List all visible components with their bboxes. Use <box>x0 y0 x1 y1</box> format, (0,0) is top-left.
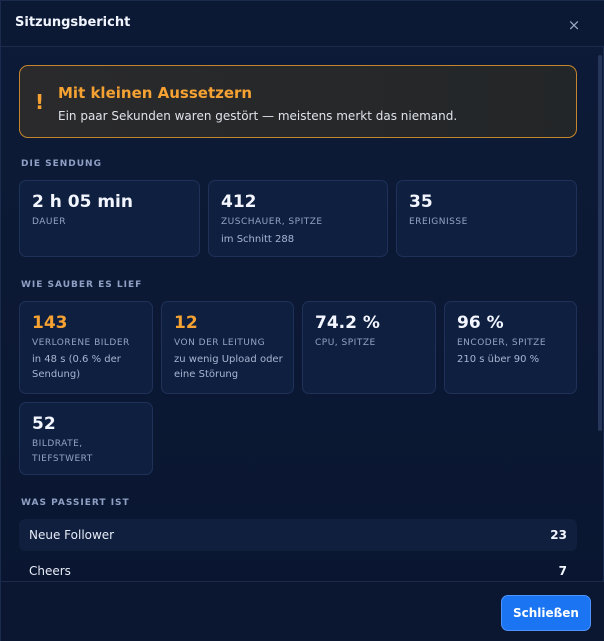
stat-label: EREIGNISSE <box>409 217 468 227</box>
stat-label: CPU, SPITZE <box>315 338 376 348</box>
stat-label: DAUER <box>32 217 66 227</box>
stat-card-framerate: 52 BILDRATE, TIEFSTWERT <box>19 402 153 475</box>
stat-card-viewers: 412 ZUSCHAUER, SPITZE im Schnitt 288 <box>208 180 388 257</box>
event-name: Cheers <box>29 564 71 578</box>
stat-card-cpu: 74.2 % CPU, SPITZE <box>302 301 436 394</box>
stat-sub: 210 s über 90 % <box>457 354 540 365</box>
content-scrollbar[interactable] <box>598 55 602 431</box>
stat-value: 412 <box>221 192 257 212</box>
event-row: Cheers 7 <box>19 555 577 581</box>
dialog-footer: Schließen <box>1 581 604 641</box>
stat-value: 35 <box>409 192 433 212</box>
warning-icon: ! <box>35 90 45 114</box>
stat-label: VERLORENE BILDER <box>32 338 130 348</box>
stat-card-duration: 2 h 05 min DAUER <box>19 180 200 257</box>
stat-value: 12 <box>174 313 198 333</box>
alert-text: Ein paar Sekunden waren gestört — meiste… <box>58 109 458 123</box>
section-label-events: WAS PASSIERT IST <box>21 498 130 508</box>
stat-value: 74.2 % <box>315 313 380 333</box>
stat-label: ENCODER, SPITZE <box>457 338 547 348</box>
alert-title: Mit kleinen Aussetzern <box>58 84 253 102</box>
stat-card-dropped-frames: 143 VERLORENE BILDER in 48 s (0.6 % der … <box>19 301 153 394</box>
stat-value: 143 <box>32 313 68 333</box>
event-row: Neue Follower 23 <box>19 519 577 551</box>
stat-label: ZUSCHAUER, SPITZE <box>221 217 323 227</box>
stat-value: 96 % <box>457 313 504 333</box>
stat-sub: zu wenig Upload oder eine Störung <box>174 354 283 380</box>
stat-sub: im Schnitt 288 <box>221 234 295 245</box>
stat-value: 52 <box>32 414 56 434</box>
stat-label: BILDRATE, TIEFSTWERT <box>32 439 93 464</box>
close-button[interactable]: Schließen <box>501 595 591 631</box>
section-label-quality: WIE SAUBER ES LIEF <box>21 280 143 290</box>
stat-value: 2 h 05 min <box>32 192 133 212</box>
close-icon[interactable]: × <box>564 15 584 35</box>
dialog-content[interactable]: ! Mit kleinen Aussetzern Ein paar Sekund… <box>1 48 597 581</box>
dialog-title: Sitzungsbericht <box>15 15 131 30</box>
section-label-broadcast: DIE SENDUNG <box>21 159 102 169</box>
stat-sub: in 48 s (0.6 % der Sendung) <box>32 354 121 380</box>
event-name: Neue Follower <box>29 528 115 542</box>
stat-card-encoder: 96 % ENCODER, SPITZE 210 s über 90 % <box>444 301 577 394</box>
stat-card-events: 35 EREIGNISSE <box>396 180 577 257</box>
status-alert: ! Mit kleinen Aussetzern Ein paar Sekund… <box>19 65 577 138</box>
event-count: 23 <box>550 528 567 542</box>
session-report-dialog: Sitzungsbericht × ! Mit kleinen Aussetze… <box>0 0 604 641</box>
stat-label: VON DER LEITUNG <box>174 338 266 348</box>
event-count: 7 <box>558 564 567 578</box>
dialog-header: Sitzungsbericht × <box>1 1 604 47</box>
stat-card-network-drops: 12 VON DER LEITUNG zu wenig Upload oder … <box>161 301 294 394</box>
